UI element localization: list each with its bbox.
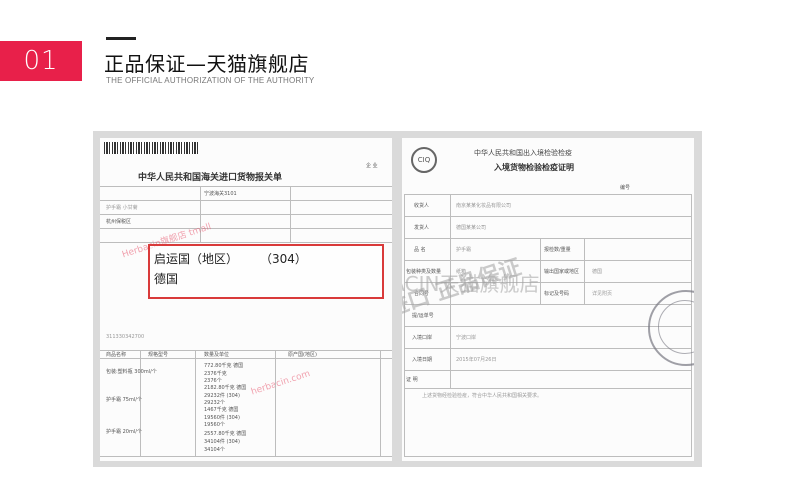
cert-footer-label: 证 明 bbox=[406, 377, 418, 383]
certificate-title-2: 入境货物检验检疫证明 bbox=[494, 163, 574, 172]
quantity-value: 1467千克 德国 bbox=[204, 407, 239, 413]
cert-row-value: 2015年07月26日 bbox=[456, 357, 497, 363]
quantity-value: 2182.80千克 德国 bbox=[204, 385, 247, 391]
table-header-2: 规格型号 bbox=[148, 352, 169, 358]
origin-country-name: 德国 bbox=[154, 272, 179, 286]
origin-country-highlight: 启运国（地区） （304） 德国 bbox=[148, 244, 384, 299]
goods-line: 护手霜 小甘菊 bbox=[106, 205, 138, 211]
cert-row-value: 南京某某化妆品有限公司 bbox=[456, 203, 512, 209]
certificate-title-1: 中华人民共和国出入境检验检疫 bbox=[474, 149, 572, 157]
customs-declaration-image: 企 业 中华人民共和国海关进口货物报关单 宁波海关3101 杭州保税区 护手霜 … bbox=[100, 138, 392, 461]
cert-row-label: 入境口岸 bbox=[412, 335, 433, 341]
quantity-value: 29232件 (304) bbox=[204, 393, 240, 399]
section-subtitle: THE OFFICIAL AUTHORIZATION OF THE AUTHOR… bbox=[106, 76, 315, 85]
quantity-value: 772.80千克 德国 bbox=[204, 363, 244, 369]
table-header-1: 商品名称 bbox=[106, 352, 127, 358]
cert-right-label: 输出国家或地区 bbox=[544, 269, 580, 275]
remark-value: 杭州保税区 bbox=[106, 219, 132, 225]
cert-right-value: 详见附页 bbox=[592, 291, 613, 297]
origin-country-label: 启运国（地区） bbox=[154, 252, 239, 266]
ciq-logo: CIQ bbox=[411, 147, 437, 173]
certificate-number-label: 编号 bbox=[620, 185, 631, 191]
cert-footer-text: 上述货物经检验检疫，符合中华人民共和国相关要求。 bbox=[422, 393, 543, 399]
cert-row-label: 收货人 bbox=[414, 203, 430, 209]
count-value: 2376个 bbox=[204, 378, 222, 384]
count-value: 29232个 bbox=[204, 400, 225, 406]
section-number-badge: 01 bbox=[0, 41, 82, 81]
goods-row-label: 护手霜 75ml/个 bbox=[106, 397, 142, 403]
goods-row-label: 包装:塑料瓶 300ml/个 bbox=[106, 369, 157, 375]
red-watermark-2: herbacin.com bbox=[250, 369, 312, 398]
cert-right-value: 德国 bbox=[592, 269, 603, 275]
official-seal bbox=[648, 290, 694, 366]
cert-row-value: 护手霜 bbox=[456, 247, 472, 253]
cert-row-value: 宁波口岸 bbox=[456, 335, 477, 341]
number-line: 311330342700 bbox=[106, 334, 145, 340]
barcode bbox=[104, 142, 200, 154]
declaration-title: 中华人民共和国海关进口货物报关单 bbox=[138, 173, 283, 183]
count-value: 19560个 bbox=[204, 422, 225, 428]
cert-row-label: 发货人 bbox=[414, 225, 430, 231]
count-value: 34104个 bbox=[204, 447, 225, 453]
cert-row-value: 德国某某公司 bbox=[456, 225, 487, 231]
cert-row-label: 品 名 bbox=[414, 247, 426, 253]
cert-row-label: 入境日期 bbox=[412, 357, 433, 363]
origin-country-code: （304） bbox=[260, 252, 307, 266]
declaration-top-right: 企 业 bbox=[366, 163, 378, 169]
inspection-certificate-image: CIQ 中华人民共和国出入境检验检疫 入境货物检验检疫证明 编号 收货人 发货人… bbox=[402, 138, 694, 461]
title-accent-bar bbox=[106, 37, 136, 40]
cert-right-label: 报检数/重量 bbox=[544, 247, 571, 253]
quantity-value: 2557.80千克 德国 bbox=[204, 431, 247, 437]
cert-right-label: 标记及号码 bbox=[544, 291, 570, 297]
table-header-4: 原产国(地区) bbox=[288, 352, 317, 358]
section-title: 正品保证—天猫旗舰店 bbox=[104, 52, 309, 76]
port-value: 宁波海关3101 bbox=[204, 191, 237, 197]
table-header-3: 数量及单位 bbox=[204, 352, 230, 358]
quantity-value: 34104件 (304) bbox=[204, 439, 240, 445]
quantity-value: 2376千克 bbox=[204, 371, 227, 377]
goods-row-label: 护手霜 20ml/个 bbox=[106, 429, 142, 435]
quantity-value: 19560件 (304) bbox=[204, 415, 240, 421]
